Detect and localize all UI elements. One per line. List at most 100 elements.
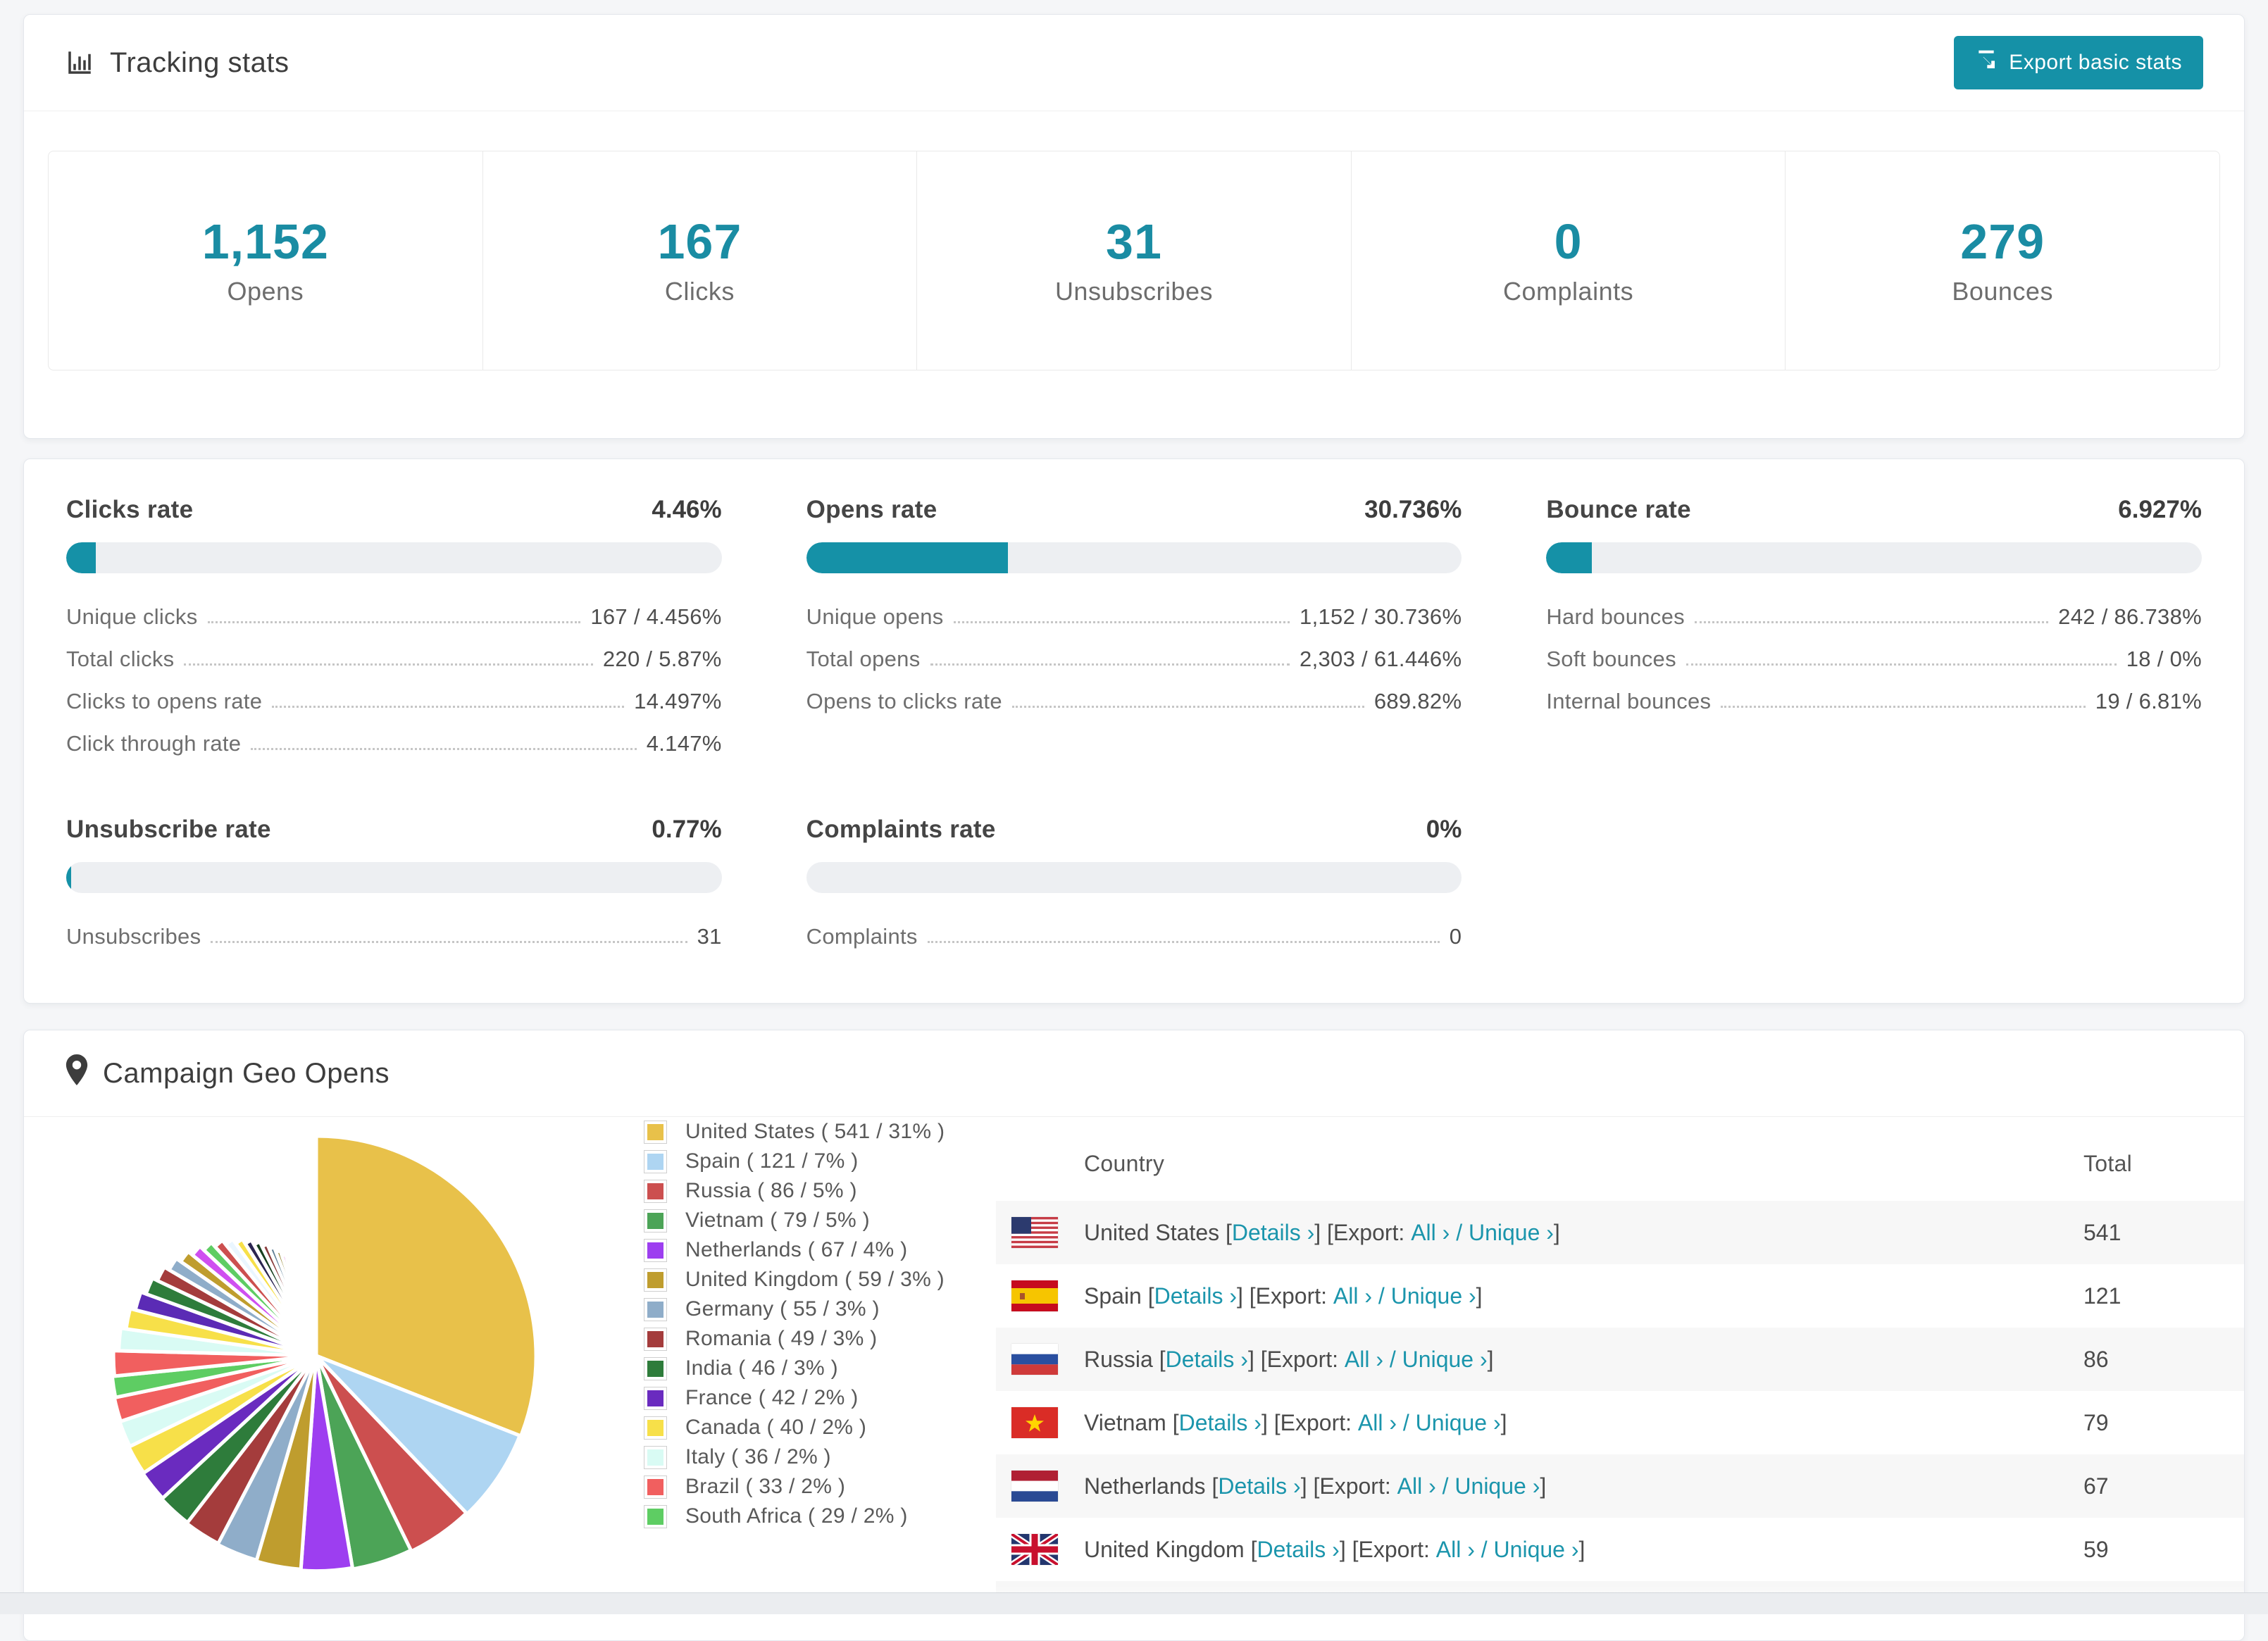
export-all-link[interactable]: All › xyxy=(1411,1220,1450,1246)
export-unique-link[interactable]: Unique › xyxy=(1391,1283,1476,1309)
export-all-link[interactable]: All › xyxy=(1333,1283,1372,1309)
country-name: Spain xyxy=(1084,1283,1148,1309)
legend-label: Spain ( 121 / 7% ) xyxy=(685,1149,859,1173)
legend-item: South Africa ( 29 / 2% ) xyxy=(644,1502,996,1531)
stat-label: Opens xyxy=(227,277,304,306)
summary-stat-complaints: 0 Complaints xyxy=(1350,151,1786,370)
rate-row: Internal bounces 19 / 6.81% xyxy=(1546,689,2202,713)
summary-stats-row: 1,152 Opens 167 Clicks 31 Unsubscribes 0 Co… xyxy=(48,151,2220,370)
dotted-leader xyxy=(953,621,1290,623)
geo-table-row-vietnam: Vietnam [Details ›] [Export: All › / Uni… xyxy=(996,1391,2244,1454)
legend-label: Russia ( 86 / 5% ) xyxy=(685,1179,857,1202)
page-title: Tracking stats xyxy=(110,46,289,78)
details-link[interactable]: Details › xyxy=(1232,1220,1314,1246)
country-total: 79 xyxy=(2083,1409,2109,1435)
geo-legend: United States ( 541 / 31% ) Spain ( 121 … xyxy=(644,1117,996,1531)
rate-title: Complaints rate xyxy=(806,816,996,843)
details-link[interactable]: Details › xyxy=(1166,1347,1248,1373)
dotted-leader xyxy=(1011,706,1364,708)
geo-table-row-netherlands: Netherlands [Details ›] [Export: All › /… xyxy=(996,1454,2244,1518)
legend-label: Brazil ( 33 / 2% ) xyxy=(685,1475,846,1498)
rate-row: Unsubscribes 31 xyxy=(66,924,722,949)
country-name: Russia xyxy=(1084,1346,1159,1372)
export-all-link[interactable]: All › xyxy=(1358,1410,1397,1436)
legend-swatch xyxy=(644,1179,667,1203)
details-link[interactable]: Details › xyxy=(1218,1473,1300,1499)
dotted-leader xyxy=(930,663,1290,666)
legend-label: Vietnam ( 79 / 5% ) xyxy=(685,1209,870,1232)
rate-row: Total opens 2,303 / 61.446% xyxy=(806,647,1462,671)
country-total: 121 xyxy=(2083,1283,2121,1309)
legend-swatch xyxy=(644,1120,667,1144)
progress-bar xyxy=(806,862,1462,893)
legend-item: Brazil ( 33 / 2% ) xyxy=(644,1472,996,1502)
stat-label: Clicks xyxy=(664,277,735,306)
country-total: 59 xyxy=(2083,1536,2109,1562)
export-basic-stats-button[interactable]: Export basic stats xyxy=(1954,36,2203,89)
geo-table-row-united-states: United States [Details ›] [Export: All ›… xyxy=(996,1201,2244,1264)
country-total: 541 xyxy=(2083,1219,2121,1245)
country-total: 67 xyxy=(2083,1473,2109,1499)
rate-block-bounce-rate: Bounce rate 6.927% Hard bounces 242 / 86… xyxy=(1546,496,2202,765)
export-unique-link[interactable]: Unique › xyxy=(1494,1537,1579,1563)
flag-icon-es xyxy=(1011,1280,1084,1311)
progress-bar xyxy=(66,542,722,573)
geo-table-row-united-kingdom: United Kingdom [Details ›] [Export: All … xyxy=(996,1518,2244,1581)
export-unique-link[interactable]: Unique › xyxy=(1454,1473,1540,1499)
export-icon xyxy=(1975,49,1998,77)
legend-swatch xyxy=(644,1297,667,1321)
page: Tracking stats Export basic stats 1,152 … xyxy=(0,0,2268,1641)
rate-value: 0.77% xyxy=(652,816,722,843)
legend-label: Netherlands ( 67 / 4% ) xyxy=(685,1238,908,1261)
dotted-leader xyxy=(1686,663,2117,666)
dotted-leader xyxy=(927,941,1440,943)
rate-row: Click through rate 4.147% xyxy=(66,731,722,756)
flag-icon-nl xyxy=(1011,1471,1084,1502)
stat-value: 0 xyxy=(1554,214,1583,269)
geo-pie-chart xyxy=(24,1117,644,1588)
legend-swatch xyxy=(644,1238,667,1262)
rate-row: Total clicks 220 / 5.87% xyxy=(66,647,722,671)
legend-label: India ( 46 / 3% ) xyxy=(685,1356,838,1380)
dotted-leader xyxy=(272,706,625,708)
tracking-stats-header: Tracking stats Export basic stats xyxy=(24,15,2244,111)
rate-title: Unsubscribe rate xyxy=(66,816,271,843)
export-unique-link[interactable]: Unique › xyxy=(1402,1347,1488,1373)
legend-item: Italy ( 36 / 2% ) xyxy=(644,1442,996,1472)
legend-label: Romania ( 49 / 3% ) xyxy=(685,1327,878,1350)
export-all-link[interactable]: All › xyxy=(1345,1347,1383,1373)
legend-label: United Kingdom ( 59 / 3% ) xyxy=(685,1268,945,1291)
stat-value: 31 xyxy=(1106,214,1162,269)
rate-value: 0% xyxy=(1426,816,1462,843)
flag-icon-ru xyxy=(1011,1344,1084,1375)
progress-bar xyxy=(66,862,722,893)
export-all-link[interactable]: All › xyxy=(1436,1537,1475,1563)
legend-swatch xyxy=(644,1268,667,1292)
details-link[interactable]: Details › xyxy=(1257,1537,1339,1563)
export-unique-link[interactable]: Unique › xyxy=(1416,1410,1501,1436)
legend-item: Russia ( 86 / 5% ) xyxy=(644,1176,996,1206)
legend-swatch xyxy=(644,1416,667,1440)
flag-icon-vn xyxy=(1011,1407,1084,1438)
legend-swatch xyxy=(644,1504,667,1528)
geo-title: Campaign Geo Opens xyxy=(103,1057,390,1089)
summary-stat-opens: 1,152 Opens xyxy=(49,151,482,370)
rate-row: Unique opens 1,152 / 30.736% xyxy=(806,604,1462,629)
export-unique-link[interactable]: Unique › xyxy=(1469,1220,1554,1246)
country-name: Vietnam xyxy=(1084,1409,1173,1435)
stat-value: 1,152 xyxy=(201,214,329,269)
rate-block-complaints-rate: Complaints rate 0% Complaints 0 xyxy=(806,816,1462,958)
progress-bar xyxy=(806,542,1462,573)
details-link[interactable]: Details › xyxy=(1154,1283,1237,1309)
rate-row: Hard bounces 242 / 86.738% xyxy=(1546,604,2202,629)
rate-title: Clicks rate xyxy=(66,496,194,523)
summary-stat-unsubscribes: 31 Unsubscribes xyxy=(916,151,1351,370)
stat-label: Unsubscribes xyxy=(1054,277,1214,306)
stat-value: 167 xyxy=(657,214,742,269)
horizontal-scrollbar-track[interactable] xyxy=(0,1592,2268,1614)
details-link[interactable]: Details › xyxy=(1179,1410,1261,1436)
dotted-leader xyxy=(207,621,581,623)
flag-icon-us xyxy=(1011,1217,1084,1248)
country-name: United States xyxy=(1084,1219,1226,1245)
export-all-link[interactable]: All › xyxy=(1397,1473,1436,1499)
